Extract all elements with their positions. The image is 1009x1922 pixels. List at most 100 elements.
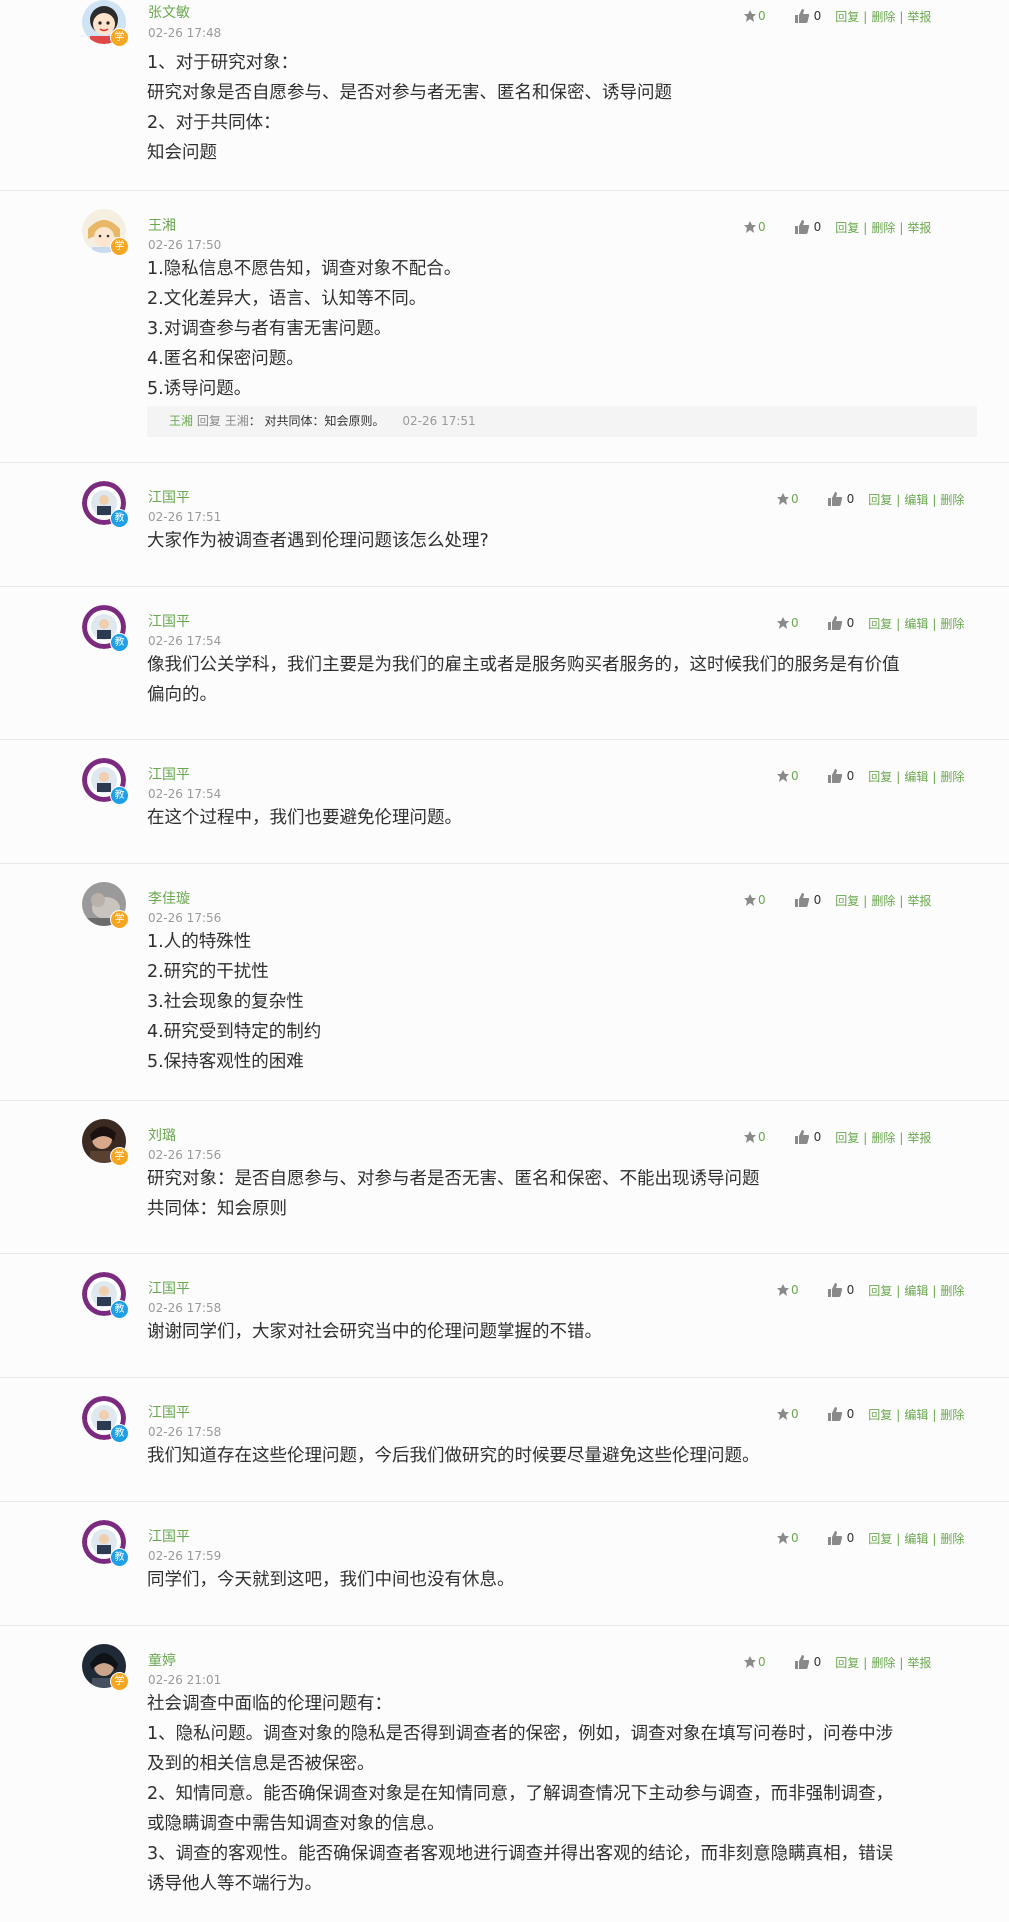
like-button[interactable]: 0 (794, 219, 822, 235)
avatar[interactable]: 教 (82, 605, 129, 652)
report-link[interactable]: 举报 (907, 894, 931, 908)
content-line: 4.匿名和保密问题。 (147, 349, 304, 369)
reply-author[interactable]: 王湘 (169, 414, 193, 428)
reply-link[interactable]: 回复 (868, 1408, 892, 1422)
report-link[interactable]: 举报 (907, 10, 931, 24)
avatar[interactable]: 教 (82, 481, 129, 528)
like-button[interactable]: 0 (827, 491, 854, 507)
timestamp: 02-26 17:59 (148, 1549, 222, 1563)
username[interactable]: 江国平 (148, 611, 190, 631)
thumbs-up-icon (827, 769, 842, 783)
content-line: 同学们，今天就到这吧，我们中间也没有休息。 (147, 1570, 515, 1590)
username[interactable]: 江国平 (148, 764, 190, 784)
username[interactable]: 张文敏 (148, 2, 190, 22)
edit-link[interactable]: 编辑 (904, 1408, 928, 1422)
reply-link[interactable]: 回复 (868, 493, 892, 507)
avatar[interactable]: 学 (82, 1119, 129, 1166)
like-button[interactable]: 0 (794, 8, 822, 24)
like-button[interactable]: 0 (794, 892, 821, 908)
username[interactable]: 江国平 (148, 1278, 190, 1298)
reply-link[interactable]: 回复 (868, 617, 892, 631)
reply-link[interactable]: 回复 (868, 1532, 892, 1546)
reply-link[interactable]: 回复 (868, 1284, 892, 1298)
flower-button[interactable]: 0 (775, 615, 799, 631)
reply-link[interactable]: 回复 (835, 894, 859, 908)
flower-button[interactable]: 0 (742, 892, 766, 908)
student-badge: 学 (110, 910, 129, 929)
delete-link[interactable]: 删除 (871, 1656, 895, 1670)
username[interactable]: 江国平 (148, 1402, 190, 1422)
flower-button[interactable]: 0 (742, 219, 766, 235)
edit-link[interactable]: 编辑 (904, 1532, 928, 1546)
delete-link[interactable]: 删除 (871, 221, 895, 235)
username[interactable]: 童婷 (148, 1650, 176, 1670)
thumbs-up-icon (794, 1130, 809, 1144)
report-link[interactable]: 举报 (907, 1131, 931, 1145)
edit-link[interactable]: 编辑 (904, 1284, 928, 1298)
avatar[interactable]: 教 (82, 1520, 129, 1567)
like-button[interactable]: 0 (794, 1129, 821, 1145)
like-count: 0 (813, 9, 822, 23)
report-link[interactable]: 举报 (907, 1656, 931, 1670)
avatar[interactable]: 学 (82, 209, 129, 256)
reply-link[interactable]: 回复 (835, 221, 859, 235)
comment-item: 教 江国平 02-26 17:59 0 0 回复 | 编辑 | 删除 同学们，今天就到这… (0, 1502, 1009, 1626)
comment-content: 像我们公关学科，我们主要是为我们的雇主或者是服务购买者服务的，这时候我们的服务是… (147, 650, 987, 710)
flower-button[interactable]: 0 (775, 491, 799, 507)
content-line: 知会问题 (147, 143, 217, 163)
flower-button[interactable]: 0 (742, 1654, 766, 1670)
avatar[interactable]: 教 (82, 1272, 129, 1319)
username[interactable]: 刘璐 (148, 1125, 176, 1145)
delete-link[interactable]: 删除 (871, 10, 895, 24)
flower-count: 0 (791, 1283, 799, 1297)
delete-link[interactable]: 删除 (940, 493, 964, 507)
delete-link[interactable]: 删除 (940, 770, 964, 784)
like-button[interactable]: 0 (827, 1282, 854, 1298)
timestamp: 02-26 21:01 (148, 1673, 222, 1687)
flower-button[interactable]: 0 (775, 1282, 799, 1298)
username[interactable]: 江国平 (148, 487, 190, 507)
comment-item: 学 王湘 02-26 17:50 0 0 回复 | 删除 | 举报 1.隐私信息不愿告知… (0, 191, 1009, 463)
avatar[interactable]: 学 (82, 882, 129, 929)
reply-link[interactable]: 回复 (835, 10, 859, 24)
reply-link[interactable]: 回复 (835, 1656, 859, 1670)
report-link[interactable]: 举报 (907, 221, 931, 235)
reply-target[interactable]: 王湘 (225, 414, 249, 428)
thumbs-up-icon (827, 1283, 842, 1297)
avatar[interactable]: 学 (82, 0, 129, 47)
delete-link[interactable]: 删除 (940, 1532, 964, 1546)
reply-link[interactable]: 回复 (835, 1131, 859, 1145)
timestamp: 02-26 17:50 (148, 238, 222, 252)
like-button[interactable]: 0 (827, 768, 854, 784)
delete-link[interactable]: 删除 (940, 1408, 964, 1422)
delete-link[interactable]: 删除 (871, 1131, 895, 1145)
like-button[interactable]: 0 (794, 1654, 821, 1670)
delete-link[interactable]: 删除 (940, 1284, 964, 1298)
delete-link[interactable]: 删除 (940, 617, 964, 631)
avatar[interactable]: 学 (82, 1644, 129, 1691)
like-button[interactable]: 0 (827, 1406, 854, 1422)
flower-count: 0 (791, 769, 799, 783)
edit-link[interactable]: 编辑 (904, 493, 928, 507)
content-line: 4.研究受到特定的制约 (147, 1022, 322, 1042)
username[interactable]: 王湘 (148, 215, 176, 235)
flower-button[interactable]: 0 (775, 1530, 799, 1546)
teacher-badge: 教 (110, 1300, 129, 1319)
avatar[interactable]: 教 (82, 1396, 129, 1443)
reply-link[interactable]: 回复 (868, 770, 892, 784)
edit-link[interactable]: 编辑 (904, 770, 928, 784)
flower-button[interactable]: 0 (775, 1406, 799, 1422)
teacher-badge: 教 (110, 1424, 129, 1443)
flower-button[interactable]: 0 (742, 8, 766, 24)
flower-icon (777, 1532, 789, 1544)
flower-button[interactable]: 0 (742, 1129, 766, 1145)
like-button[interactable]: 0 (827, 1530, 854, 1546)
delete-link[interactable]: 删除 (871, 894, 895, 908)
like-count: 0 (813, 220, 822, 234)
edit-link[interactable]: 编辑 (904, 617, 928, 631)
username[interactable]: 江国平 (148, 1526, 190, 1546)
like-button[interactable]: 0 (827, 615, 854, 631)
username[interactable]: 李佳璇 (148, 888, 190, 908)
avatar[interactable]: 教 (82, 758, 129, 805)
flower-button[interactable]: 0 (775, 768, 799, 784)
